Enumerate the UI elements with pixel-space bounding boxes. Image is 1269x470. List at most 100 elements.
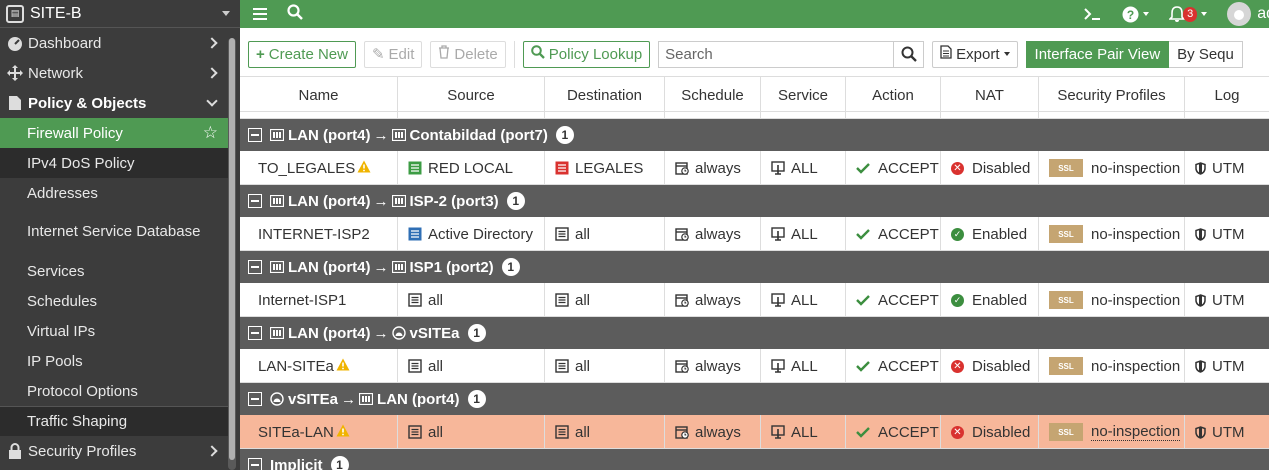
sidebar-item-label: Security Profiles bbox=[28, 442, 137, 460]
cell-action: ACCEPT bbox=[846, 283, 941, 317]
edit-button[interactable]: ✎ Edit bbox=[363, 40, 423, 68]
column-destination[interactable]: Destination bbox=[545, 77, 665, 113]
collapse-icon[interactable] bbox=[248, 260, 262, 274]
chevron-down-icon bbox=[206, 95, 218, 107]
table-row[interactable]: INTERNET-ISP2 Active Directory all always AL… bbox=[240, 217, 1269, 251]
device-selector[interactable]: ▤ SITE-B bbox=[0, 0, 240, 28]
sidebar-item-addresses[interactable]: Addresses bbox=[0, 178, 228, 208]
group-header[interactable]: LAN (port4) → vSITEa 1 bbox=[240, 317, 1269, 349]
device-name: SITE-B bbox=[30, 4, 82, 22]
star-icon[interactable]: ☆ bbox=[203, 123, 218, 143]
sidebar-item-dos-policy[interactable]: IPv4 DoS Policy bbox=[0, 148, 228, 178]
collapse-icon[interactable] bbox=[248, 458, 262, 470]
sidebar-item-label: Virtual IPs bbox=[27, 322, 96, 340]
policy-lookup-button[interactable]: Policy Lookup bbox=[522, 40, 651, 68]
cli-console-icon[interactable] bbox=[1084, 7, 1102, 21]
column-security-profiles[interactable]: Security Profiles bbox=[1039, 77, 1185, 113]
cell-security-profiles: SSL no-inspection bbox=[1039, 415, 1185, 449]
cell-source: all bbox=[398, 349, 545, 383]
user-menu[interactable]: ad bbox=[1227, 2, 1269, 26]
schedule-value: always bbox=[695, 225, 741, 243]
destination-value: all bbox=[575, 357, 591, 375]
group-header[interactable]: LAN (port4) → ISP1 (port2) 1 bbox=[240, 251, 1269, 283]
action-value: ACCEPT bbox=[878, 357, 939, 375]
collapse-icon[interactable] bbox=[248, 392, 262, 406]
arrow-right-icon: → bbox=[341, 390, 357, 408]
delete-button[interactable]: Delete bbox=[430, 40, 506, 68]
column-source[interactable]: Source bbox=[398, 77, 545, 113]
group-count: 1 bbox=[467, 390, 486, 408]
sidebar-item-label: Schedules bbox=[27, 292, 98, 310]
policy-name: SITEa-LAN bbox=[258, 423, 334, 441]
sidebar-item-protocol-options[interactable]: Protocol Options bbox=[0, 376, 228, 406]
cell-log: UTM bbox=[1185, 283, 1269, 317]
column-schedule[interactable]: Schedule bbox=[665, 77, 761, 113]
interface-icon bbox=[270, 195, 284, 207]
help-menu[interactable]: ? bbox=[1122, 6, 1150, 23]
cell-destination: all bbox=[545, 217, 665, 251]
sidebar-item-traffic-shaping[interactable]: Traffic Shaping bbox=[0, 406, 228, 436]
sidebar-item-label: Policy & Objects bbox=[28, 94, 147, 112]
by-sequence-button[interactable]: By Sequ bbox=[1169, 40, 1243, 68]
table-row[interactable]: Internet-ISP1 all all always ALL ACCEPT ✓ Enabl… bbox=[240, 283, 1269, 317]
menu-icon[interactable] bbox=[253, 5, 267, 23]
sidebar-item-dashboard[interactable]: Dashboard bbox=[0, 28, 228, 58]
search-icon[interactable] bbox=[287, 4, 303, 24]
sidebar-scroll-thumb[interactable] bbox=[229, 38, 235, 460]
table-row[interactable]: SITEa-LAN all all always ALL ACCEPT ✕ Disabled S… bbox=[240, 415, 1269, 449]
group-header[interactable]: LAN (port4) → Contabildad (port7) 1 bbox=[240, 119, 1269, 151]
top-bar: ? 3 ad bbox=[240, 0, 1269, 28]
schedule-icon bbox=[675, 161, 689, 175]
network-icon bbox=[6, 64, 24, 82]
sidebar-item-ip-pools[interactable]: IP Pools bbox=[0, 346, 228, 376]
sidebar-item-label: IPv4 DoS Policy bbox=[27, 154, 135, 172]
collapse-icon[interactable] bbox=[248, 128, 262, 142]
interface-icon bbox=[270, 129, 284, 141]
sidebar-item-virtual-ips[interactable]: Virtual IPs bbox=[0, 316, 228, 346]
sidebar-item-network[interactable]: Network bbox=[0, 58, 228, 88]
search-submit-button[interactable] bbox=[893, 41, 923, 67]
cell-destination: all bbox=[545, 283, 665, 317]
search-input[interactable] bbox=[659, 41, 894, 67]
sidebar-item-internet-service-db[interactable]: Internet Service Database bbox=[0, 208, 228, 256]
profile-value: no-inspection bbox=[1091, 291, 1181, 309]
group-header-implicit[interactable]: Implicit 1 bbox=[240, 449, 1269, 470]
destination-interface: ISP1 (port2) bbox=[409, 258, 494, 276]
pencil-icon: ✎ bbox=[371, 46, 385, 63]
source-interface: LAN (port4) bbox=[288, 258, 371, 276]
interface-icon bbox=[391, 129, 406, 141]
table-spacer bbox=[240, 112, 1269, 119]
column-nat[interactable]: NAT bbox=[941, 77, 1039, 113]
arrow-right-icon: → bbox=[373, 258, 389, 276]
search-icon bbox=[901, 46, 917, 62]
collapse-icon[interactable] bbox=[248, 194, 262, 208]
help-icon: ? bbox=[1122, 6, 1139, 22]
collapse-icon[interactable] bbox=[248, 326, 262, 340]
sidebar-item-policy-objects[interactable]: Policy & Objects bbox=[0, 88, 228, 118]
column-name[interactable]: Name bbox=[240, 77, 398, 113]
create-new-button[interactable]: + Create New bbox=[248, 40, 356, 68]
chevron-down-icon bbox=[222, 11, 230, 16]
notifications-menu[interactable]: 3 bbox=[1169, 5, 1208, 23]
group-header[interactable]: vSITEa → LAN (port4) 1 bbox=[240, 383, 1269, 415]
check-icon bbox=[856, 294, 870, 306]
sidebar-item-label: Addresses bbox=[27, 184, 98, 202]
group-header[interactable]: LAN (port4) → ISP-2 (port3) 1 bbox=[240, 185, 1269, 217]
interface-pair-view-button[interactable]: Interface Pair View bbox=[1025, 40, 1170, 68]
sidebar-item-firewall-policy[interactable]: Firewall Policy ☆ bbox=[0, 118, 228, 148]
profile-value: no-inspection bbox=[1091, 159, 1181, 177]
chevron-right-icon bbox=[206, 67, 218, 79]
column-service[interactable]: Service bbox=[761, 77, 846, 113]
table-row[interactable]: LAN-SITEa all all always ALL ACCEPT ✕ Disabled S… bbox=[240, 349, 1269, 383]
sidebar-item-schedules[interactable]: Schedules bbox=[0, 286, 228, 316]
export-button[interactable]: Export bbox=[932, 40, 1018, 68]
column-log[interactable]: Log bbox=[1185, 77, 1269, 113]
sidebar-item-security-profiles[interactable]: Security Profiles bbox=[0, 436, 228, 466]
schedule-icon bbox=[675, 293, 689, 307]
cell-action: ACCEPT bbox=[846, 151, 941, 185]
destination-interface: Contabildad (port7) bbox=[409, 126, 548, 144]
column-action[interactable]: Action bbox=[846, 77, 941, 113]
nat-value: Enabled bbox=[972, 225, 1028, 243]
table-row[interactable]: TO_LEGALES RED LOCAL LEGALES always ALL ACCEP… bbox=[240, 151, 1269, 185]
sidebar-item-services[interactable]: Services bbox=[0, 256, 228, 286]
